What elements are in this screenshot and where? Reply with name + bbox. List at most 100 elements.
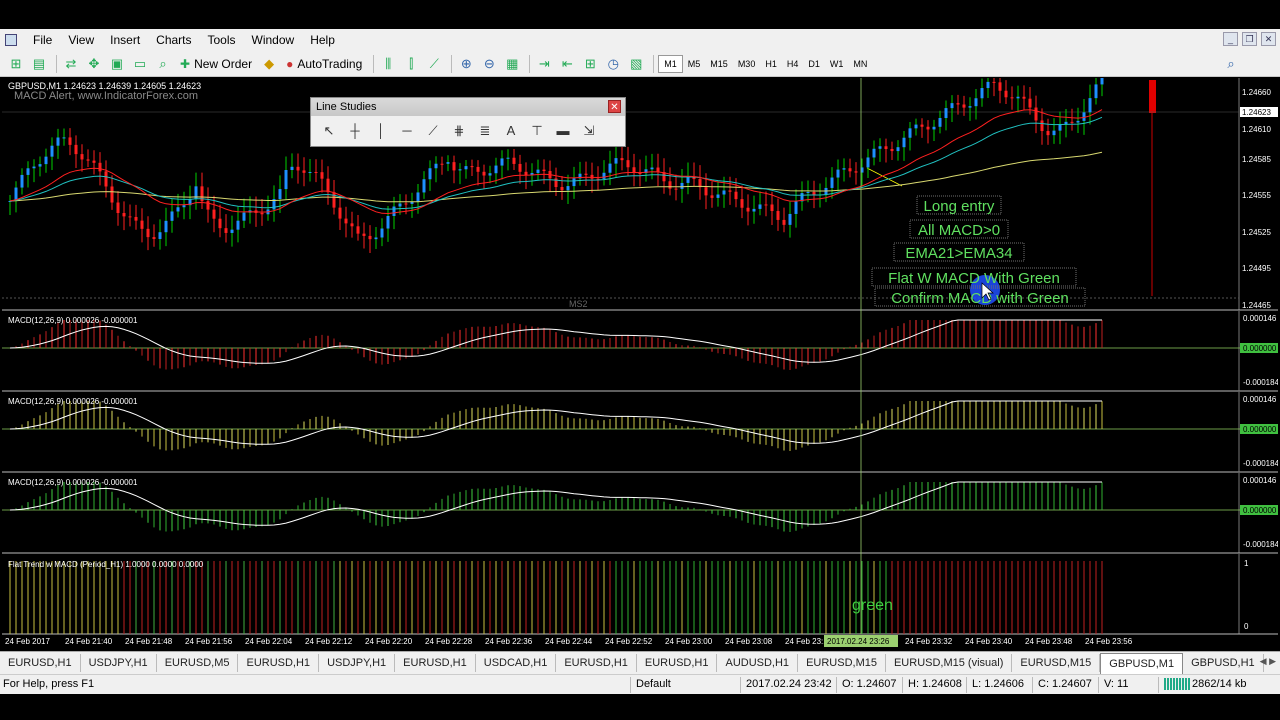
annotation-all-macd[interactable]: All MACD>0	[918, 222, 1000, 239]
zoom-in-icon[interactable]: ⊕	[456, 54, 476, 74]
menu-view[interactable]: View	[60, 33, 102, 47]
timeframe-d1[interactable]: D1	[803, 55, 825, 73]
tab-scroll-arrows-icon[interactable]: ◀ ▶	[1260, 656, 1276, 667]
chart-tab-active[interactable]: GBPUSD,M1	[1100, 652, 1184, 674]
menu-insert[interactable]: Insert	[102, 33, 148, 47]
bar-chart-icon[interactable]: ⫼	[378, 54, 398, 74]
timeframe-mn[interactable]: MN	[848, 55, 872, 73]
annotation-confirm-macd[interactable]: Confirm MACD with Green	[891, 290, 1069, 307]
templates-icon[interactable]: ▧	[626, 54, 646, 74]
candle-body	[92, 160, 96, 163]
autotrading-button[interactable]: ● AutoTrading	[282, 54, 366, 74]
close-icon[interactable]: ✕	[608, 100, 621, 113]
chart-tab[interactable]: USDCAD,H1	[476, 654, 557, 672]
timeframe-m30[interactable]: M30	[733, 55, 761, 73]
timeframe-m5[interactable]: M5	[683, 55, 706, 73]
chart-tab[interactable]: EURUSD,H1	[0, 654, 81, 672]
candle-body	[1028, 98, 1032, 108]
crosshair-icon[interactable]: ┼	[345, 121, 365, 141]
candle-body	[758, 204, 762, 209]
connection-bars-icon[interactable]	[1164, 678, 1190, 690]
app-icon	[5, 34, 17, 46]
text-label-icon[interactable]: ⊤	[527, 121, 547, 141]
data-window-icon[interactable]: ▣	[107, 54, 127, 74]
zoom-out-icon[interactable]: ⊖	[479, 54, 499, 74]
cursor-icon[interactable]: ↖	[319, 121, 339, 141]
chart-tab[interactable]: USDJPY,H1	[319, 654, 396, 672]
candle-body	[290, 166, 294, 171]
text-icon[interactable]: A	[501, 121, 521, 141]
arrow-label-icon[interactable]: ▬	[553, 121, 573, 141]
channel-icon[interactable]: ≣	[475, 121, 495, 141]
candle-body	[176, 207, 180, 212]
menu-tools[interactable]: Tools	[200, 33, 244, 47]
vertical-line-icon[interactable]: │	[371, 121, 391, 141]
candle-body	[1046, 131, 1050, 136]
price-label: 1.24525	[1242, 228, 1271, 237]
metaeditor-icon[interactable]: ◆	[259, 54, 279, 74]
chart-tab[interactable]: EURUSD,H1	[637, 654, 718, 672]
menu-help[interactable]: Help	[302, 33, 343, 47]
candle-body	[374, 237, 378, 240]
candle-body	[314, 172, 318, 174]
chart-tab[interactable]: AUDUSD,H1	[717, 654, 799, 672]
status-divider	[836, 677, 837, 693]
candle-body	[842, 168, 846, 170]
new-chart-icon[interactable]: ⊞	[6, 54, 26, 74]
strategy-tester-icon[interactable]: ⌕	[153, 54, 173, 74]
chart-tab[interactable]: EURUSD,M15	[1012, 654, 1101, 672]
menu-window[interactable]: Window	[244, 33, 303, 47]
chart-area[interactable]: GBPUSD,M1 1.24623 1.24639 1.24605 1.2462…	[2, 78, 1278, 650]
fibonacci-icon[interactable]: ⋕	[449, 121, 469, 141]
restore-icon[interactable]: ❐	[1242, 32, 1257, 46]
line-studies-toolbar[interactable]: Line Studies ✕ ↖ ┼ │ ─ ⟋ ⋕ ≣ A ⊤ ▬ ⇲	[310, 97, 626, 147]
candle-body	[320, 172, 324, 179]
timeframe-m1[interactable]: M1	[658, 54, 683, 73]
market-watch-icon[interactable]: ⇄	[61, 54, 81, 74]
timeframe-h4[interactable]: H4	[782, 55, 804, 73]
price-label: 1.24465	[1242, 301, 1271, 310]
chart-tab[interactable]: EURUSD,H1	[238, 654, 320, 672]
candle-body	[1040, 120, 1044, 132]
candle-body	[572, 178, 576, 187]
chart-tab[interactable]: USDJPY,H1	[81, 654, 157, 672]
line-studies-title-bar[interactable]: Line Studies ✕	[311, 98, 625, 116]
terminal-icon[interactable]: ▭	[130, 54, 150, 74]
navigator-icon[interactable]: ✥	[84, 54, 104, 74]
candle-body	[854, 171, 858, 173]
line-chart-icon[interactable]: ⟋	[424, 54, 444, 74]
annotation-flat-macd[interactable]: Flat W MACD With Green	[888, 270, 1060, 287]
indicators-icon[interactable]: ⊞	[580, 54, 600, 74]
auto-scroll-icon[interactable]: ⇥	[534, 54, 554, 74]
time-label: 24 Feb 23:00	[665, 637, 713, 646]
profiles-icon[interactable]: ▤	[29, 54, 49, 74]
chart-tab[interactable]: EURUSD,H1	[556, 654, 637, 672]
price-label: 1.24495	[1242, 264, 1271, 273]
menu-file[interactable]: File	[25, 33, 60, 47]
timeframe-h1[interactable]: H1	[760, 55, 782, 73]
candlestick-icon[interactable]: ⫿	[401, 54, 421, 74]
chart-tab[interactable]: EURUSD,M5	[157, 654, 239, 672]
chart-tab[interactable]: EURUSD,H1	[395, 654, 476, 672]
horizontal-line-icon[interactable]: ─	[397, 121, 417, 141]
annotation-ema[interactable]: EMA21>EMA34	[905, 245, 1012, 262]
tile-windows-icon[interactable]: ▦	[502, 54, 522, 74]
chart-tab[interactable]: EURUSD,M15 (visual)	[886, 654, 1013, 672]
search-icon[interactable]: ⌕	[1221, 54, 1241, 74]
trendline-icon[interactable]: ⟋	[423, 121, 443, 141]
minimize-icon[interactable]: _	[1223, 32, 1238, 46]
chart-shift-icon[interactable]: ⇤	[557, 54, 577, 74]
candle-body	[458, 169, 462, 171]
chart-tab[interactable]: EURUSD,M15	[798, 654, 886, 672]
timeframe-m15[interactable]: M15	[705, 55, 733, 73]
close-icon[interactable]: ✕	[1261, 32, 1276, 46]
timeframe-w1[interactable]: W1	[825, 55, 849, 73]
chart-canvas[interactable]: GBPUSD,M1 1.24623 1.24639 1.24605 1.2462…	[2, 78, 1278, 650]
menu-charts[interactable]: Charts	[148, 33, 199, 47]
periods-icon[interactable]: ◷	[603, 54, 623, 74]
arrows-dropdown-icon[interactable]: ⇲	[579, 121, 599, 141]
annotation-long-entry[interactable]: Long entry	[924, 198, 995, 215]
chart-tab[interactable]: GBPUSD,H1	[1183, 654, 1264, 672]
candle-body	[812, 191, 816, 195]
new-order-button[interactable]: ✚ New Order	[176, 54, 256, 74]
